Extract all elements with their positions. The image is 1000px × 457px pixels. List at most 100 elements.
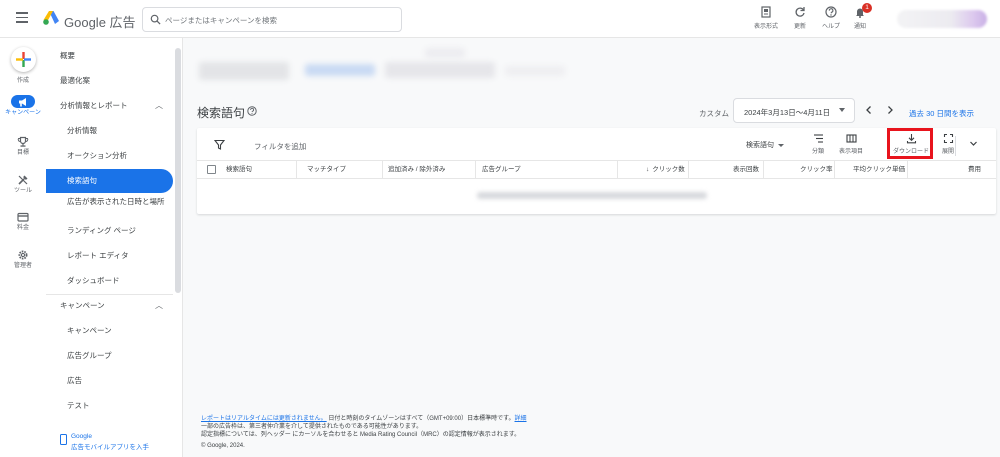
nav-item-recommendations[interactable]: 最適化案 (46, 69, 173, 93)
nav-item-landing-pages[interactable]: ランディング ページ (46, 219, 173, 243)
realtime-notice-link[interactable]: レポートはリアルタイムには更新されません。 (201, 416, 327, 422)
tools-icon (18, 175, 28, 185)
footer-line-3: 認定指標については、列ヘッダー にカーソルを合わせると Media Rating… (201, 432, 521, 438)
hamburger-menu-icon[interactable] (16, 12, 28, 24)
nav-item-search-terms[interactable]: 検索語句 (46, 169, 173, 193)
column-divider (382, 161, 383, 178)
date-range-value: 2024年3月13日～4月11日 (744, 108, 831, 117)
mobile-link-line1: Google (71, 433, 92, 440)
toolbar-divider (955, 136, 956, 156)
column-header-search-term[interactable]: 検索語句 (226, 161, 252, 178)
left-rail: 作成 キャンペーン 目標 ツール 料金 管理者 (0, 38, 46, 457)
campaign-icon (19, 98, 26, 107)
plus-icon (16, 52, 31, 67)
nav-item-experiments[interactable]: テスト (46, 394, 173, 418)
nav-item-label: 最適化案 (60, 76, 90, 85)
copyright: © Google, 2024. (201, 443, 245, 449)
date-range-picker[interactable]: 2024年3月13日～4月11日 (733, 98, 855, 123)
page-footer: レポートはリアルタイムには更新されません。 日付と時刻のタイムゾーンはすべて（G… (201, 415, 721, 450)
nav-item-label: 広告 (67, 376, 82, 385)
nav-item-label: キャンペーン (67, 326, 112, 335)
details-link[interactable]: 詳細 (515, 416, 527, 422)
account-avatar[interactable] (897, 10, 987, 28)
columns-button[interactable]: 表示項目 (833, 133, 869, 159)
nav-item-label: 検索語句 (67, 176, 97, 185)
appearance-icon (761, 6, 771, 18)
rail-item-campaigns[interactable]: キャンペーン (0, 95, 46, 117)
redacted-table-row (477, 192, 707, 199)
nav-item-insights[interactable]: 分析情報 (46, 119, 173, 143)
sort-down-arrow-icon: ↓ (646, 166, 650, 173)
nav-item-when-where-ads-showed[interactable]: 広告が表示された日時と場所 (46, 194, 173, 219)
rail-item-admin[interactable]: 管理者 (0, 249, 46, 270)
next-period-chevron-icon[interactable] (884, 104, 896, 116)
rail-item-goals[interactable]: 目標 (0, 136, 46, 157)
column-header-match-type[interactable]: マッチタイプ (307, 161, 346, 178)
nav-section-campaigns[interactable]: キャンペーン ︿ (46, 294, 173, 318)
select-all-checkbox[interactable] (207, 165, 216, 174)
appearance-button[interactable]: 表示形式 (748, 6, 784, 34)
nav-item-label: 分析情報 (67, 126, 97, 135)
rail-label-admin: 管理者 (13, 263, 32, 269)
search-box[interactable] (142, 7, 402, 32)
appearance-label: 表示形式 (753, 24, 778, 30)
nav-item-ad-groups[interactable]: 広告グループ (46, 344, 173, 368)
nav-item-dashboards[interactable]: ダッシュボード (46, 269, 173, 293)
dropdown-caret-icon (839, 108, 845, 112)
nav-item-auction-insights[interactable]: オークション分析 (46, 144, 173, 168)
footer-line-1: レポートはリアルタイムには更新されません。 日付と時刻のタイムゾーンはすべて（G… (201, 415, 721, 423)
fullscreen-button[interactable]: 展開 (930, 133, 966, 159)
segment-button[interactable]: 分類 (800, 133, 836, 159)
column-header-clicks[interactable]: ↓ クリック数 (646, 161, 685, 178)
campaign-pill (11, 95, 35, 108)
rail-label-billing: 料金 (16, 225, 29, 231)
previous-period-chevron-icon[interactable] (863, 104, 875, 116)
rail-item-tools[interactable]: ツール (0, 174, 46, 195)
columns-label: 表示項目 (838, 149, 863, 155)
footer-line-2: 一部の広告枠は、第三者仲介業を介して提供されたものである可能性があります。 (201, 424, 423, 430)
column-header-cost[interactable]: 費用 (968, 161, 981, 178)
segment-dropdown[interactable]: 検索語句 (746, 140, 784, 150)
mobile-link-line2: 広告モバイルアプリを入手 (71, 444, 149, 451)
nav-item-label: ランディング ページ (67, 226, 136, 235)
nav-item-label: テスト (67, 401, 90, 410)
rail-label-tools: ツール (13, 188, 32, 194)
filter-icon[interactable] (214, 139, 225, 150)
compare-period-link[interactable]: 過去 30 日間を表示 (909, 108, 974, 119)
column-header-avg-cpc[interactable]: 平均クリック単価 (853, 161, 905, 178)
nav-item-overview[interactable]: 概要 (46, 44, 173, 68)
fullscreen-icon (943, 133, 953, 144)
help-icon[interactable] (247, 106, 257, 116)
table-header-row: 検索語句 マッチタイプ 追加済み / 除外済み 広告グループ ↓ クリック数 表示… (197, 160, 996, 179)
chevron-down-icon[interactable] (968, 138, 979, 149)
segment-icon (813, 134, 823, 143)
nav-item-report-editor[interactable]: レポート エディタ (46, 244, 173, 268)
column-divider (475, 161, 476, 178)
refresh-icon (795, 7, 805, 17)
column-divider (296, 161, 297, 178)
search-input[interactable] (165, 12, 395, 28)
create-button[interactable] (11, 47, 36, 72)
create-label: 作成 (16, 78, 29, 84)
top-app-bar: Google 広告 表示形式 更新 ヘルプ (0, 0, 1000, 38)
timezone-notice: 日付と時刻のタイムゾーンはすべて（GMT+09:00）日本標準時です。 (326, 416, 515, 422)
column-header-added-excluded[interactable]: 追加済み / 除外済み (388, 161, 445, 178)
admin-gear-icon (18, 250, 28, 260)
column-header-ad-group[interactable]: 広告グループ (482, 161, 521, 178)
column-header-impressions[interactable]: 表示回数 (733, 161, 759, 178)
chevron-up-icon: ︿ (155, 301, 163, 310)
column-header-ctr[interactable]: クリック率 (800, 161, 833, 178)
phone-icon (60, 434, 67, 445)
add-filter-input[interactable]: フィルタを追加 (254, 141, 306, 152)
notifications-button[interactable]: 1 通知 (842, 3, 878, 34)
nav-section-insights-reports[interactable]: 分析情報とレポート ︿ (46, 94, 173, 118)
nav-item-ads[interactable]: 広告 (46, 369, 173, 393)
rail-item-billing[interactable]: 料金 (0, 211, 46, 232)
nav-item-campaigns[interactable]: キャンペーン (46, 319, 173, 343)
rail-label-goals: 目標 (16, 150, 29, 156)
trophy-icon (17, 136, 29, 147)
search-icon (150, 14, 161, 25)
dropdown-caret-icon (778, 143, 784, 147)
nav-scrollbar[interactable] (175, 48, 181, 293)
column-header-clicks-label: クリック数 (652, 166, 685, 173)
